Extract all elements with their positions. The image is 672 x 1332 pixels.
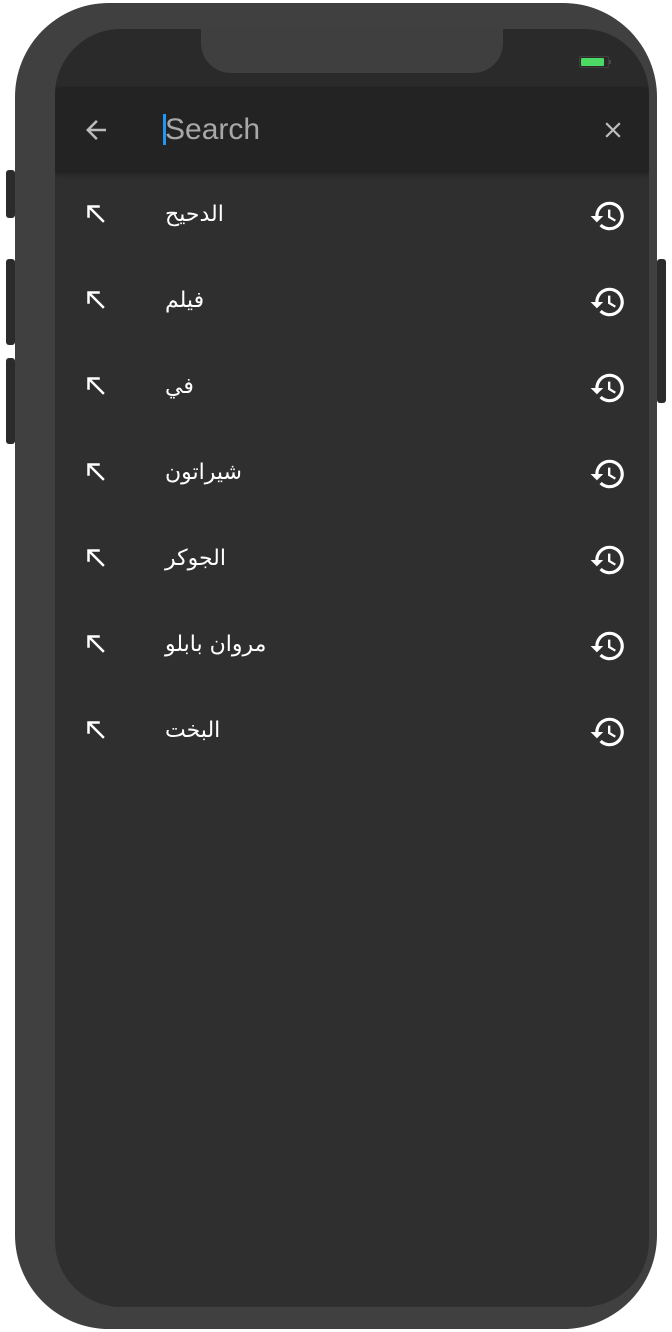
power-button [657, 259, 666, 403]
suggestion-item[interactable]: شيراتون [55, 431, 649, 517]
arrow-up-left-icon[interactable] [81, 457, 111, 487]
search-input[interactable] [163, 109, 563, 151]
suggestion-item[interactable]: في [55, 345, 649, 431]
history-icon [589, 627, 627, 665]
arrow-up-left-icon[interactable] [81, 371, 111, 401]
suggestion-text: الدحيح [165, 202, 224, 227]
arrow-up-left-icon[interactable] [81, 543, 111, 573]
suggestion-item[interactable]: البخت [55, 689, 649, 775]
suggestion-item[interactable]: الجوكر [55, 517, 649, 603]
battery-icon [579, 56, 611, 68]
silent-switch [6, 170, 15, 218]
suggestion-text: الجوكر [165, 546, 226, 571]
history-icon [589, 197, 627, 235]
arrow-up-left-icon[interactable] [81, 285, 111, 315]
history-icon [589, 283, 627, 321]
arrow-up-left-icon[interactable] [81, 199, 111, 229]
screen: الدحيح فيلم في [55, 29, 649, 1307]
suggestion-text: شيراتون [165, 460, 242, 485]
search-field[interactable] [163, 109, 563, 151]
phone-frame: الدحيح فيلم في [6, 3, 666, 1329]
arrow-left-icon[interactable] [81, 115, 111, 145]
suggestion-text: البخت [165, 718, 221, 743]
suggestion-item[interactable]: مروان بابلو [55, 603, 649, 689]
arrow-up-left-icon[interactable] [81, 715, 111, 745]
history-icon [589, 541, 627, 579]
suggestion-text: فيلم [165, 288, 205, 313]
battery-level [581, 58, 604, 66]
suggestion-text: في [165, 374, 194, 399]
suggestion-text: مروان بابلو [165, 632, 267, 657]
close-icon[interactable] [600, 117, 626, 143]
volume-down-button [6, 358, 15, 444]
suggestion-item[interactable]: فيلم [55, 259, 649, 345]
suggestion-list: الدحيح فيلم في شيراتون الجوكر مروان بابل… [55, 173, 649, 775]
suggestion-item[interactable]: الدحيح [55, 173, 649, 259]
arrow-up-left-icon[interactable] [81, 629, 111, 659]
history-icon [589, 455, 627, 493]
notch [201, 29, 503, 73]
history-icon [589, 713, 627, 751]
history-icon [589, 369, 627, 407]
search-app-bar [55, 87, 649, 173]
volume-up-button [6, 259, 15, 345]
text-caret [163, 114, 166, 145]
